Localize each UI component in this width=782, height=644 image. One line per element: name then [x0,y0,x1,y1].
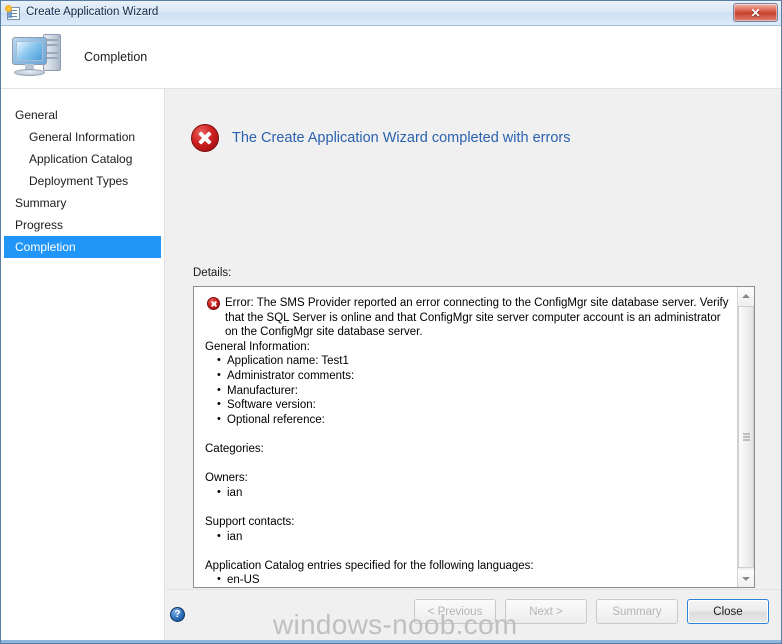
details-content: Error: The SMS Provider reported an erro… [194,287,737,587]
scroll-up-button[interactable] [738,287,754,304]
completion-banner-text: The Create Application Wizard completed … [232,130,571,146]
window-title: Create Application Wizard [26,6,159,19]
details-label: Details: [193,267,232,279]
details-vertical-scrollbar[interactable] [737,287,754,587]
create-application-wizard-window: Create Application Wizard ✕ Completion G… [0,0,782,644]
details-general-information-list: Application name: Test1 Administrator co… [205,353,729,428]
close-button[interactable]: Close [687,599,769,624]
details-error-text: Error: The SMS Provider reported an erro… [225,297,729,339]
help-icon[interactable]: ? [170,607,185,622]
details-owners-heading: Owners: [205,472,248,485]
grip-icon [743,433,750,441]
computer-icon [10,32,72,82]
wizard-step-list: General General Information Application … [1,89,165,643]
list-item: Software version: [217,397,729,413]
next-button[interactable]: Next > [505,599,587,624]
scrollbar-thumb[interactable] [738,306,754,568]
details-general-information-heading: General Information: [205,340,310,353]
details-support-contacts-list: ian [205,529,729,545]
page-title: Completion [84,50,148,64]
previous-button[interactable]: < Previous [414,599,496,624]
details-error-line: Error: The SMS Provider reported an erro… [205,296,729,340]
error-icon [207,297,220,310]
chevron-down-icon [742,576,750,581]
wizard-window-icon [5,5,21,21]
sidebar-item-completion[interactable]: Completion [4,236,161,258]
details-categories-heading: Categories: [205,442,264,455]
sidebar-item-summary[interactable]: Summary [1,192,164,214]
details-languages-list: en-US [205,572,729,587]
completion-banner: The Create Application Wizard completed … [191,124,570,152]
sidebar-item-progress[interactable]: Progress [1,214,164,236]
wizard-header: Completion [1,26,781,89]
scroll-down-button[interactable] [738,570,754,587]
details-languages-heading: Application Catalog entries specified fo… [205,559,534,572]
list-item: Application name: Test1 [217,353,729,369]
error-icon [191,124,219,152]
sidebar-item-general[interactable]: General [1,104,164,126]
summary-button[interactable]: Summary [596,599,678,624]
details-textbox[interactable]: Error: The SMS Provider reported an erro… [193,286,755,588]
title-bar: Create Application Wizard ✕ [1,1,781,26]
close-window-button[interactable]: ✕ [733,3,778,22]
sidebar-item-deployment-types[interactable]: Deployment Types [1,170,164,192]
footer-buttons: < Previous Next > Summary Close [414,599,769,624]
wizard-content: The Create Application Wizard completed … [166,89,781,643]
wizard-footer: ? < Previous Next > Summary Close [166,589,781,643]
wizard-body: General General Information Application … [1,89,781,643]
sidebar-item-application-catalog[interactable]: Application Catalog [1,148,164,170]
details-owners-list: ian [205,485,729,501]
close-icon: ✕ [750,5,761,20]
details-support-contacts-heading: Support contacts: [205,515,295,528]
list-item: Administrator comments: [217,368,729,384]
sidebar-item-general-information[interactable]: General Information [1,126,164,148]
list-item: Optional reference: [217,412,729,428]
list-item: en-US [217,572,729,587]
bottom-strip [1,640,781,643]
list-item: Manufacturer: [217,383,729,399]
chevron-up-icon [742,293,750,298]
list-item: ian [217,529,729,545]
list-item: ian [217,485,729,501]
